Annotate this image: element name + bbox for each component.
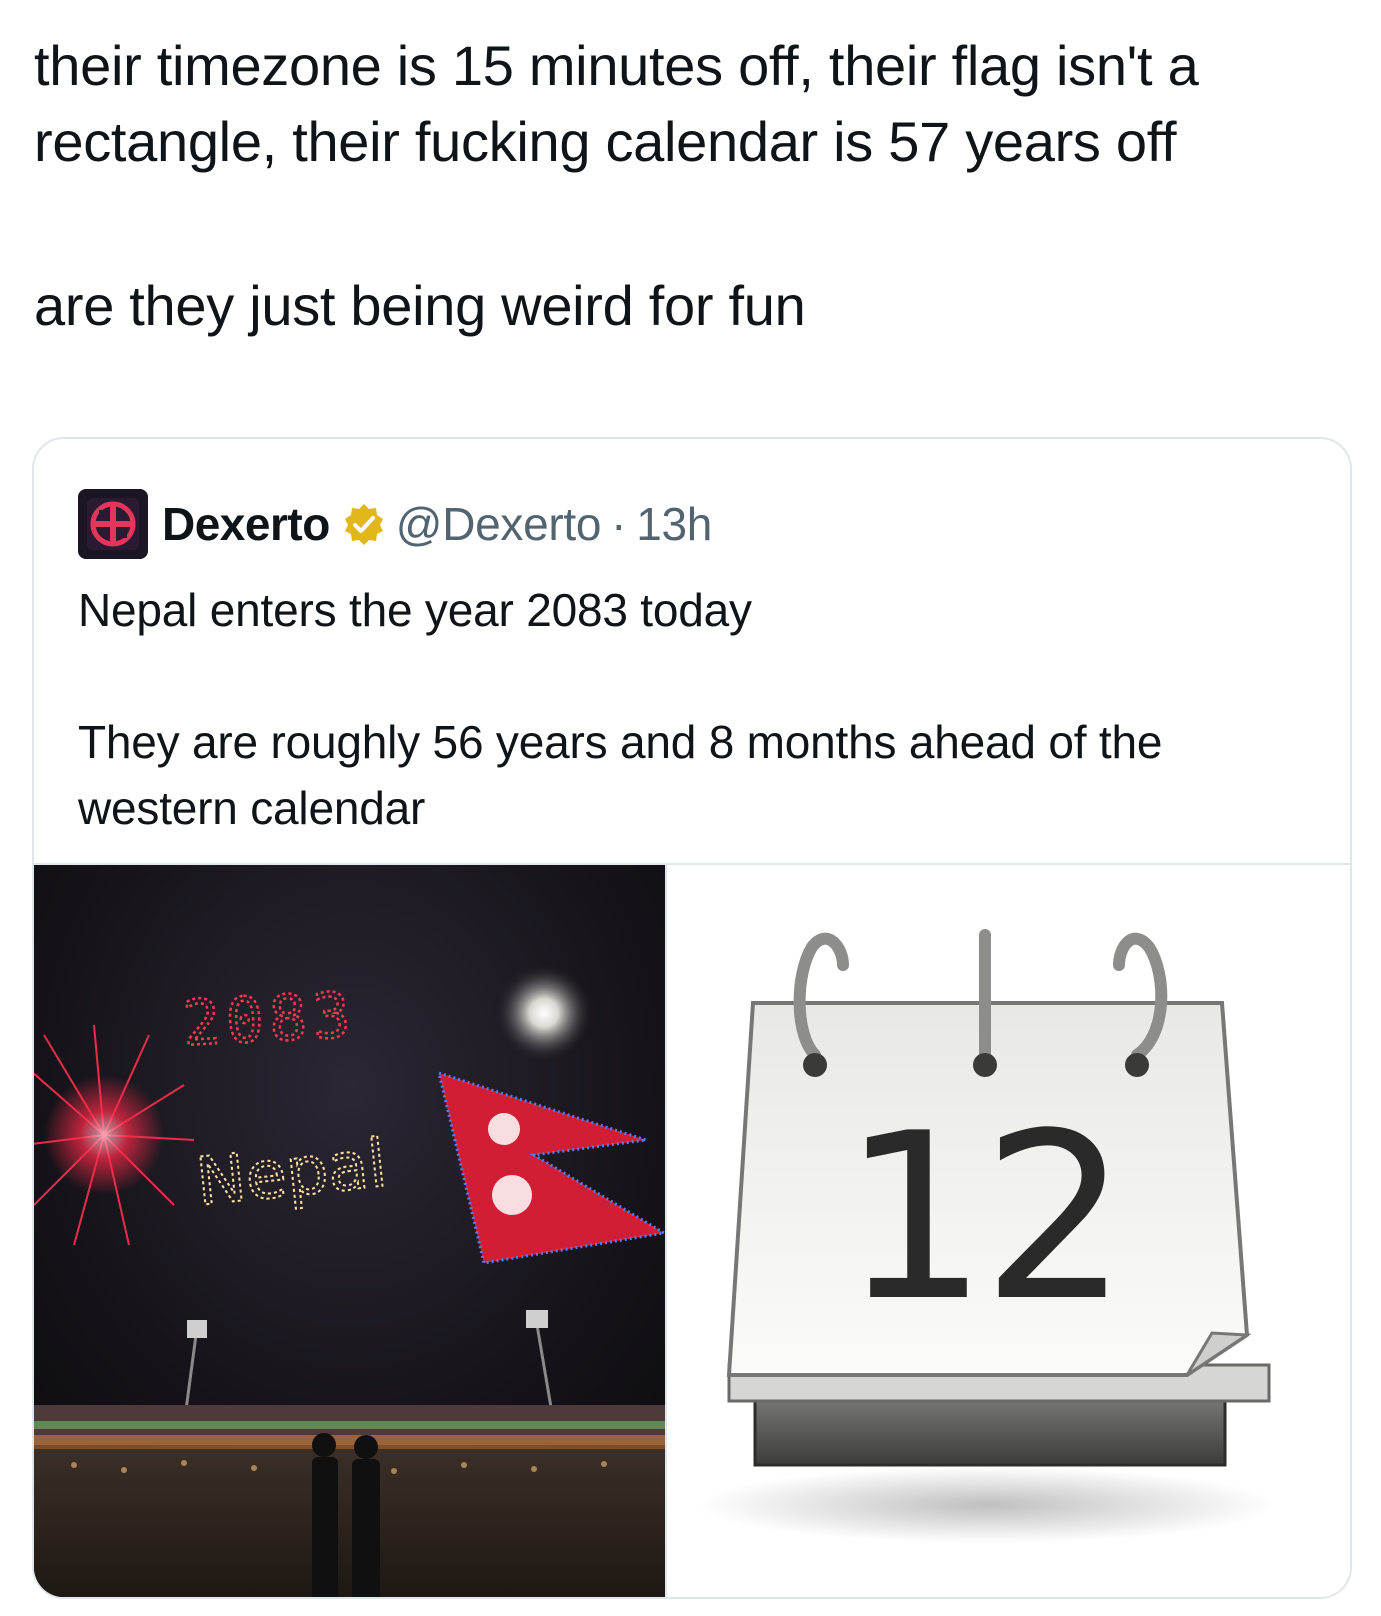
calendar-image[interactable]: 12 <box>665 865 1350 1597</box>
quoted-body-line-1: Nepal enters the year 2083 today <box>78 584 752 636</box>
sky-text-year: 2083 <box>181 978 358 1060</box>
post-text-line-1: their timezone is 15 minutes off, their … <box>34 34 1214 173</box>
quoted-body-line-2: They are roughly 56 years and 8 months a… <box>78 716 1163 834</box>
fireworks-illustration: 2083 Nepal <box>34 865 665 1597</box>
timestamp[interactable]: 13h <box>636 497 712 551</box>
handle[interactable]: @Dexerto <box>396 497 602 551</box>
calendar-icon: 12 <box>697 929 1277 1543</box>
post-text: their timezone is 15 minutes off, their … <box>34 28 1354 344</box>
verified-badge-icon <box>344 504 383 545</box>
avatar[interactable] <box>78 489 148 559</box>
quoted-post-body: Nepal enters the year 2083 today They ar… <box>78 577 1298 841</box>
fireworks-photo[interactable]: 2083 Nepal <box>34 865 665 1597</box>
quoted-post-header: Dexerto @Dexerto · 13h <box>78 489 712 559</box>
dexerto-logo-icon <box>87 498 139 550</box>
quoted-post-card[interactable]: Dexerto @Dexerto · 13h Nepal enters the … <box>32 437 1352 1599</box>
post-text-line-2: are they just being weird for fun <box>34 274 806 337</box>
separator-dot: · <box>611 498 627 550</box>
calendar-day-number: 12 <box>842 1085 1123 1352</box>
media-grid: 2083 Nepal 12 <box>34 863 1350 1597</box>
display-name[interactable]: Dexerto <box>162 497 330 551</box>
